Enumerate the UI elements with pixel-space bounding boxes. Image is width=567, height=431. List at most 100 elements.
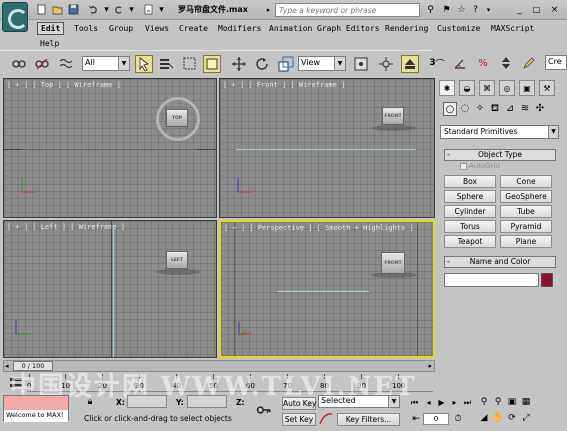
- pyramid-button[interactable]: Pyramid: [500, 220, 552, 233]
- window-crossing-icon[interactable]: [203, 55, 221, 73]
- utilities-tab-icon[interactable]: ⚒: [539, 80, 555, 96]
- slider-next-icon[interactable]: ▸: [428, 361, 432, 371]
- name-and-color-rollout[interactable]: - Name and Color: [444, 256, 556, 268]
- lights-icon[interactable]: ✧: [473, 102, 487, 116]
- y-coord-field[interactable]: [187, 395, 227, 408]
- project-folder-icon[interactable]: [143, 4, 154, 15]
- selection-set-select[interactable]: Selected ▼: [318, 395, 400, 408]
- shapes-icon[interactable]: ◌: [458, 102, 472, 116]
- maximize-viewport-icon[interactable]: ⤢: [520, 412, 532, 424]
- angle-snap-toggle-icon[interactable]: [451, 54, 469, 72]
- unlink-selection-icon[interactable]: [33, 55, 51, 73]
- space-warps-icon[interactable]: ≋: [518, 102, 532, 116]
- viewport-front[interactable]: [ + ] [ Front ] [ Wireframe ] FRONT: [219, 78, 435, 218]
- undo-dropdown-icon[interactable]: ▾: [100, 3, 113, 17]
- object-name-input[interactable]: [444, 273, 539, 287]
- maximize-button[interactable]: □: [530, 3, 543, 17]
- spinner-snap-toggle-icon[interactable]: [497, 54, 515, 72]
- current-frame-field[interactable]: 0: [423, 413, 449, 425]
- menu-views[interactable]: Views: [142, 23, 172, 34]
- next-frame-icon[interactable]: ▸: [449, 397, 460, 408]
- geosphere-button[interactable]: GeoSphere: [500, 190, 552, 203]
- cylinder-button[interactable]: Cylinder: [444, 205, 496, 218]
- menu-animation[interactable]: Animation: [266, 23, 315, 34]
- box-button[interactable]: Box: [444, 175, 496, 188]
- play-icon[interactable]: ▶: [436, 397, 447, 408]
- zoom-extents-all-icon[interactable]: ▦: [520, 396, 532, 408]
- menu-edit[interactable]: Edit: [37, 22, 65, 35]
- default-tangents-icon[interactable]: [318, 411, 334, 427]
- edit-named-selection-icon[interactable]: [520, 54, 538, 72]
- sphere-button[interactable]: Sphere: [444, 190, 496, 203]
- viewcube-icon[interactable]: FRONT: [381, 252, 405, 274]
- systems-icon[interactable]: ✣: [533, 102, 547, 116]
- menu-rendering[interactable]: Rendering: [382, 23, 431, 34]
- bind-space-warp-icon[interactable]: [57, 55, 75, 73]
- geometry-icon[interactable]: ○: [443, 102, 457, 116]
- quick-access-dropdown-icon[interactable]: ▾: [155, 3, 168, 17]
- viewport-label[interactable]: [ + ] [ Top ] [ Wireframe ]: [7, 81, 121, 89]
- named-selection-sets-input[interactable]: Cre: [545, 55, 567, 70]
- pivot-center-icon[interactable]: [352, 55, 370, 73]
- maxscript-output[interactable]: Welcome to MAX!: [4, 410, 68, 422]
- select-and-manipulate-icon[interactable]: [377, 55, 395, 73]
- cameras-icon[interactable]: ⛾: [488, 102, 502, 116]
- 3dsmax-logo-icon[interactable]: [2, 2, 28, 32]
- viewport-top[interactable]: [ + ] [ Top ] [ Wireframe ] TOP: [3, 78, 217, 218]
- motion-tab-icon[interactable]: ◎: [499, 80, 515, 96]
- plane-button[interactable]: Plane: [500, 235, 552, 248]
- favorites-star-icon[interactable]: ☆: [455, 3, 468, 17]
- menu-help[interactable]: Help: [37, 38, 62, 49]
- search-binoculars-icon[interactable]: ⚲: [424, 3, 437, 17]
- zoom-all-icon[interactable]: ⚲: [492, 396, 504, 408]
- zoom-extents-icon[interactable]: ▣: [506, 396, 518, 408]
- viewcube-icon[interactable]: TOP: [166, 109, 188, 127]
- object-type-rollout[interactable]: - Object Type: [444, 149, 556, 161]
- keyboard-shortcut-override-icon[interactable]: [401, 55, 419, 73]
- percent-snap-toggle-icon[interactable]: %: [474, 54, 492, 72]
- field-of-view-icon[interactable]: ◢: [478, 412, 490, 424]
- select-and-link-icon[interactable]: [10, 55, 28, 73]
- viewport-left[interactable]: [ + ] [ Left ] [ Wireframe ] LEFT: [3, 220, 217, 358]
- new-file-icon[interactable]: [36, 4, 47, 15]
- menu-maxscript[interactable]: MAXScript: [488, 23, 537, 34]
- viewport-perspective[interactable]: [ + ] [ Perspective ] [ Smooth + Highlig…: [219, 220, 435, 358]
- rectangular-selection-region-icon[interactable]: [181, 55, 199, 73]
- title-more-icon[interactable]: ▸: [262, 3, 275, 17]
- menu-customize[interactable]: Customize: [434, 23, 483, 34]
- close-button[interactable]: ×: [548, 3, 561, 17]
- minimize-button[interactable]: _: [513, 3, 526, 17]
- viewcube-icon[interactable]: FRONT: [382, 107, 404, 125]
- tube-button[interactable]: Tube: [500, 205, 552, 218]
- modify-tab-icon[interactable]: ◒: [459, 80, 475, 96]
- autogrid-checkbox[interactable]: AutoGrid: [460, 162, 500, 170]
- menu-create[interactable]: Create: [176, 23, 211, 34]
- display-tab-icon[interactable]: ▣: [519, 80, 535, 96]
- snaps-toggle-icon[interactable]: 3 ⌒: [428, 54, 446, 72]
- reference-coordinate-select[interactable]: View ▼: [298, 56, 346, 71]
- set-key-button[interactable]: Set Key: [282, 413, 316, 426]
- menu-modifiers[interactable]: Modifiers: [215, 23, 264, 34]
- zoom-icon[interactable]: ⚲: [478, 396, 490, 408]
- hierarchy-tab-icon[interactable]: ⌘: [479, 80, 495, 96]
- time-configuration-icon[interactable]: ⏱: [452, 413, 464, 425]
- teapot-button[interactable]: Teapot: [444, 235, 496, 248]
- viewport-label[interactable]: [ + ] [ Perspective ] [ Smooth + Highlig…: [224, 224, 414, 232]
- torus-button[interactable]: Torus: [444, 220, 496, 233]
- previous-frame-icon[interactable]: ◂: [423, 397, 434, 408]
- redo-icon[interactable]: [113, 4, 124, 15]
- help-dropdown-icon[interactable]: ▾: [482, 3, 495, 17]
- cone-button[interactable]: Cone: [500, 175, 552, 188]
- create-tab-icon[interactable]: ✱: [439, 80, 455, 96]
- redo-dropdown-icon[interactable]: ▾: [125, 3, 138, 17]
- auto-key-button[interactable]: Auto Key: [282, 397, 316, 410]
- menu-tools[interactable]: Tools: [71, 23, 101, 34]
- helpers-icon[interactable]: ⊿: [503, 102, 517, 116]
- save-file-icon[interactable]: [68, 4, 79, 15]
- select-and-move-icon[interactable]: [230, 55, 248, 73]
- selection-filter-select[interactable]: All ▼: [82, 56, 130, 71]
- go-to-start-icon[interactable]: ⏮: [409, 397, 420, 408]
- pan-view-icon[interactable]: ✋: [492, 412, 504, 424]
- select-and-scale-icon[interactable]: [277, 55, 295, 73]
- viewport-label[interactable]: [ + ] [ Front ] [ Wireframe ]: [223, 81, 345, 89]
